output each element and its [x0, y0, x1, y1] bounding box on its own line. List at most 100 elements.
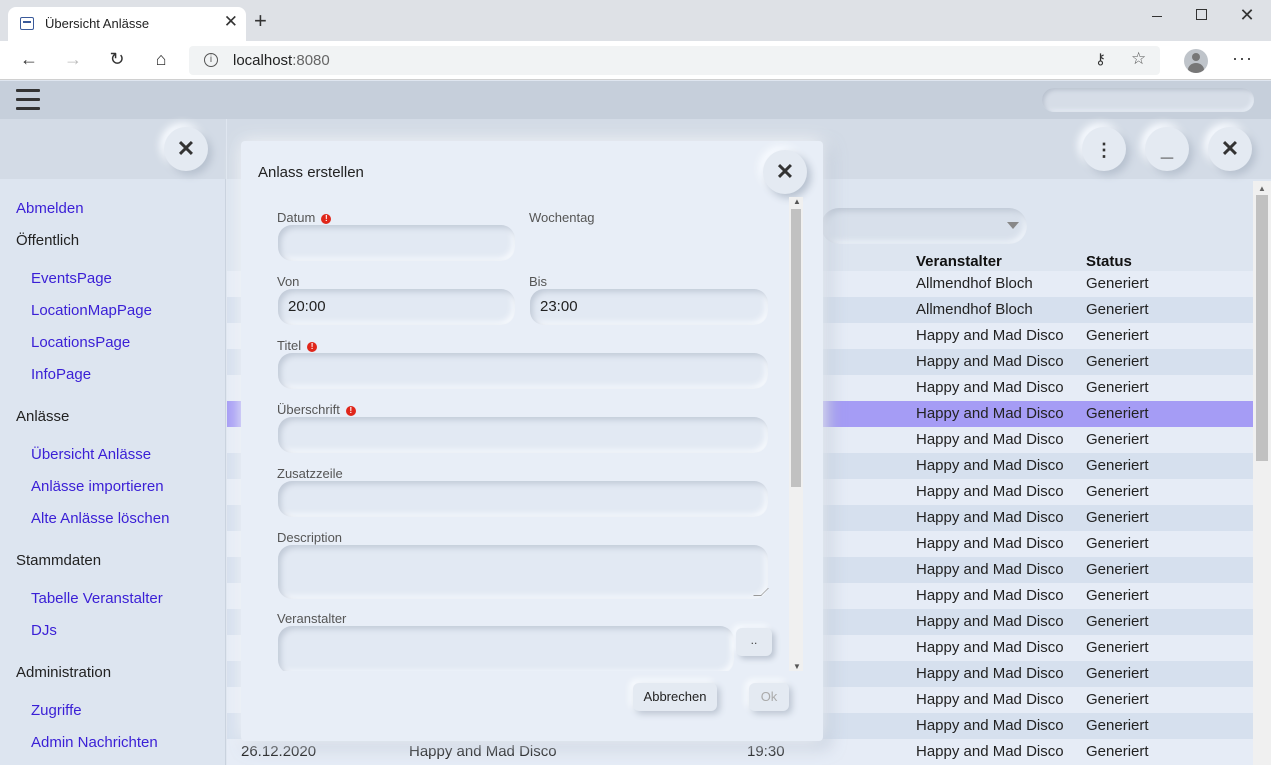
status-cell: Generiert [1086, 405, 1149, 422]
close-icon: ✕ [176, 136, 196, 161]
sidebar-item-admin-nachrichten[interactable]: Admin Nachrichten [31, 734, 158, 751]
back-arrow-icon[interactable]: ← [17, 49, 41, 71]
sidebar-heading-oeffentlich: Öffentlich [16, 232, 80, 249]
minimize-icon: _ [1160, 136, 1174, 161]
status-cell: Generiert [1086, 535, 1149, 552]
required-icon: ! [345, 406, 356, 416]
bis-label: Bis [529, 274, 548, 289]
window-minimize-button[interactable] [1142, 6, 1172, 26]
description-textarea[interactable] [278, 545, 769, 599]
cancel-button[interactable]: Abbrechen [633, 683, 717, 711]
status-cell: Generiert [1086, 743, 1149, 760]
status-cell: Generiert [1086, 327, 1149, 344]
minimize-panel-button[interactable]: _ [1145, 127, 1189, 171]
page-scrollbar[interactable]: ▲ [1253, 181, 1271, 765]
titel-input[interactable] [278, 353, 768, 389]
status-cell: Generiert [1086, 353, 1149, 370]
more-options-button[interactable]: ⋮ [1082, 127, 1126, 171]
status-cell: Generiert [1086, 457, 1149, 474]
veranstalter-input[interactable] [278, 626, 734, 671]
forward-arrow-icon[interactable]: → [61, 49, 85, 71]
ueberschrift-label: Überschrift! [277, 402, 356, 417]
sidebar-close-button[interactable]: ✕ [164, 127, 208, 171]
status-cell: Generiert [1086, 379, 1149, 396]
page-icon [20, 17, 34, 30]
organizer-cell: Happy and Mad Disco [916, 691, 1064, 708]
scrollbar-thumb[interactable] [1256, 195, 1268, 461]
organizer-cell: Happy and Mad Disco [916, 509, 1064, 526]
veranstalter-picker-button[interactable]: .. [736, 628, 772, 656]
bis-input[interactable]: 23:00 [530, 289, 768, 325]
browser-titlebar: Übersicht Anlässe ✕ + ✕ [0, 0, 1271, 41]
organizer-cell: Happy and Mad Disco [916, 327, 1064, 344]
veranstalter-label: Veranstalter [277, 611, 347, 626]
organizer-cell: Allmendhof Bloch [916, 301, 1033, 318]
column-header-veranstalter[interactable]: Veranstalter [916, 253, 1002, 270]
browser-toolbar: ← → ↻ ⌂ i localhost:8080 ⚷ ☆ ··· [0, 41, 1271, 80]
key-icon[interactable]: ⚷ [1095, 50, 1106, 68]
resize-grip-icon[interactable] [753, 588, 769, 596]
hamburger-menu-icon[interactable] [16, 89, 40, 111]
filter-dropdown[interactable] [821, 208, 1027, 244]
browser-tab[interactable]: Übersicht Anlässe ✕ [8, 7, 246, 41]
status-cell: Generiert [1086, 561, 1149, 578]
scroll-up-arrow-icon[interactable]: ▲ [1258, 184, 1266, 193]
status-cell: Generiert [1086, 509, 1149, 526]
status-cell: Generiert [1086, 665, 1149, 682]
sidebar-item-zugriffe[interactable]: Zugriffe [31, 702, 82, 719]
scroll-up-arrow-icon[interactable]: ▲ [793, 197, 801, 206]
tab-close-icon[interactable]: ✕ [224, 12, 238, 32]
ellipsis-icon[interactable]: ··· [1232, 48, 1253, 69]
sidebar-item-uebersicht-anlaesse[interactable]: Übersicht Anlässe [31, 446, 151, 463]
organizer-cell: Happy and Mad Disco [916, 587, 1064, 604]
sidebar-item-alte-anlaesse-loeschen[interactable]: Alte Anlässe löschen [31, 510, 169, 527]
sidebar-item-locationmappage[interactable]: LocationMapPage [31, 302, 152, 319]
status-cell: Generiert [1086, 587, 1149, 604]
dialog-close-button[interactable]: ✕ [763, 150, 807, 194]
von-input[interactable]: 20:00 [278, 289, 515, 325]
organizer-cell: Happy and Mad Disco [916, 353, 1064, 370]
datum-label: Datum! [277, 210, 332, 225]
zusatzzeile-input[interactable] [278, 481, 768, 517]
von-label: Von [277, 274, 300, 289]
organizer-cell: Happy and Mad Disco [916, 535, 1064, 552]
status-cell: Generiert [1086, 691, 1149, 708]
sidebar-item-eventspage[interactable]: EventsPage [31, 270, 112, 287]
sidebar-item-anlaesse-importieren[interactable]: Anlässe importieren [31, 478, 164, 495]
star-icon[interactable]: ☆ [1131, 49, 1146, 69]
close-panel-button[interactable]: ✕ [1208, 127, 1252, 171]
reload-icon[interactable]: ↻ [105, 49, 129, 71]
organizer-cell: Happy and Mad Disco [916, 405, 1064, 422]
dialog-scrollbar[interactable]: ▲ ▼ [789, 197, 803, 671]
sidebar-item-locationspage[interactable]: LocationsPage [31, 334, 130, 351]
time-cell: 19:30 [747, 743, 785, 760]
titel-label-text: Titel [277, 338, 302, 353]
organizer-cell: Happy and Mad Disco [916, 561, 1064, 578]
organizer-cell: Happy and Mad Disco [916, 613, 1064, 630]
ueberschrift-input[interactable] [278, 417, 768, 453]
sidebar-item-djs[interactable]: DJs [31, 622, 57, 639]
status-cell: Generiert [1086, 613, 1149, 630]
status-cell: Generiert [1086, 301, 1149, 318]
organizer-cell: Happy and Mad Disco [916, 665, 1064, 682]
new-tab-icon[interactable]: + [254, 10, 267, 32]
ok-button[interactable]: Ok [749, 683, 789, 711]
header-search-field[interactable] [1042, 88, 1254, 112]
organizer-cell: Happy and Mad Disco [916, 639, 1064, 656]
sidebar-item-abmelden[interactable]: Abmelden [16, 200, 84, 217]
status-cell: Generiert [1086, 639, 1149, 656]
info-icon[interactable]: i [204, 53, 218, 67]
window-close-button[interactable]: ✕ [1232, 6, 1262, 26]
scroll-down-arrow-icon[interactable]: ▼ [793, 662, 801, 671]
window-maximize-button[interactable] [1186, 6, 1216, 26]
table-row[interactable]: 26.12.2020 Happy and Mad Disco 19:30 Happy … [227, 739, 1253, 765]
required-icon: ! [321, 214, 332, 224]
sidebar-item-infopage[interactable]: InfoPage [31, 366, 91, 383]
dialog-scrollbar-thumb[interactable] [791, 209, 801, 487]
profile-icon[interactable] [1184, 49, 1208, 73]
datum-input[interactable] [278, 225, 515, 261]
column-header-status[interactable]: Status [1086, 253, 1132, 270]
address-bar[interactable]: i localhost:8080 ⚷ ☆ [189, 46, 1160, 75]
sidebar-item-tabelle-veranstalter[interactable]: Tabelle Veranstalter [31, 590, 163, 607]
home-icon[interactable]: ⌂ [149, 49, 173, 71]
